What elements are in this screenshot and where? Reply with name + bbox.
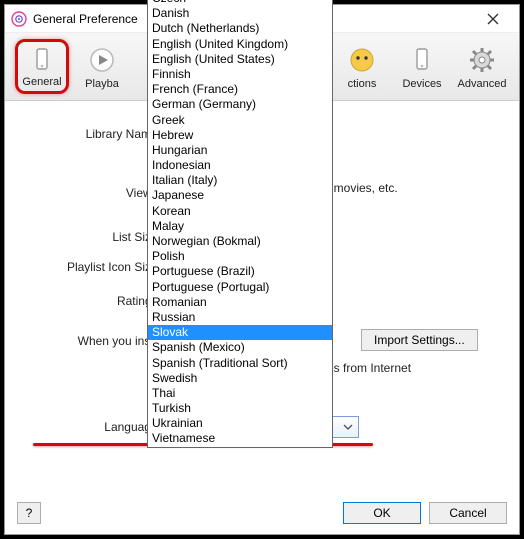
language-option[interactable]: English (United Kingdom) xyxy=(148,37,332,52)
language-option[interactable]: Spanish (Mexico) xyxy=(148,340,332,355)
language-option[interactable]: Ukrainian xyxy=(148,416,332,431)
language-option[interactable]: Dutch (Netherlands) xyxy=(148,21,332,36)
language-option[interactable]: Portuguese (Brazil) xyxy=(148,264,332,279)
language-option[interactable]: Korean xyxy=(148,204,332,219)
language-dropdown[interactable]: CzechDanishDutch (Netherlands)English (U… xyxy=(147,0,333,448)
views-fragment: , movies, etc. xyxy=(327,181,398,195)
devices-icon xyxy=(406,44,438,76)
language-option[interactable]: Swedish xyxy=(148,371,332,386)
tab-advanced[interactable]: Advanced xyxy=(455,39,509,94)
tab-general[interactable]: General xyxy=(15,39,69,94)
tab-restrictions-label: ctions xyxy=(348,78,377,90)
gear-icon xyxy=(466,44,498,76)
language-option[interactable]: German (Germany) xyxy=(148,97,332,112)
preferences-window: General Preference General Playba ctions xyxy=(4,4,520,535)
language-option[interactable]: Thai xyxy=(148,386,332,401)
language-option[interactable]: Indonesian xyxy=(148,158,332,173)
language-option[interactable]: Spanish (Traditional Sort) xyxy=(148,356,332,371)
language-option[interactable]: Japanese xyxy=(148,188,332,203)
language-option[interactable]: Norwegian (Bokmal) xyxy=(148,234,332,249)
language-option[interactable]: English (United States) xyxy=(148,52,332,67)
internet-fragment: es from Internet xyxy=(327,361,411,375)
body-area: , movies, etc. Import Settings... es fro… xyxy=(5,101,519,446)
cancel-button[interactable]: Cancel xyxy=(429,502,507,524)
footer: ? OK Cancel xyxy=(5,502,519,524)
chevron-down-icon xyxy=(342,421,354,436)
tab-advanced-label: Advanced xyxy=(458,78,507,90)
tab-playback[interactable]: Playba xyxy=(75,39,129,94)
language-option[interactable]: Malay xyxy=(148,219,332,234)
import-settings-button[interactable]: Import Settings... xyxy=(361,329,478,351)
app-icon xyxy=(11,11,27,27)
tab-restrictions[interactable]: ctions xyxy=(335,39,389,94)
language-option[interactable]: Portuguese (Portugal) xyxy=(148,280,332,295)
language-option[interactable]: Polish xyxy=(148,249,332,264)
language-option[interactable]: Danish xyxy=(148,6,332,21)
import-settings-wrap: Import Settings... xyxy=(361,329,478,351)
tab-playback-label: Playba xyxy=(85,78,119,90)
playback-icon xyxy=(86,44,118,76)
tab-general-label: General xyxy=(22,76,61,88)
language-option[interactable]: Italian (Italy) xyxy=(148,173,332,188)
language-option[interactable]: Hungarian xyxy=(148,143,332,158)
language-option[interactable]: Romanian xyxy=(148,295,332,310)
tab-devices[interactable]: Devices xyxy=(395,39,449,94)
language-option[interactable]: Russian xyxy=(148,310,332,325)
language-option[interactable]: Hebrew xyxy=(148,128,332,143)
language-option[interactable]: French (France) xyxy=(148,82,332,97)
help-button[interactable]: ? xyxy=(17,502,41,524)
language-option[interactable]: Slovak xyxy=(148,325,332,340)
language-option[interactable]: Greek xyxy=(148,113,332,128)
general-icon xyxy=(26,46,58,74)
restrictions-icon xyxy=(346,44,378,76)
close-button[interactable] xyxy=(473,7,513,31)
tab-devices-label: Devices xyxy=(402,78,441,90)
language-option[interactable]: Turkish xyxy=(148,401,332,416)
language-option[interactable]: Vietnamese xyxy=(148,431,332,446)
ok-button[interactable]: OK xyxy=(343,502,421,524)
language-option[interactable]: Finnish xyxy=(148,67,332,82)
